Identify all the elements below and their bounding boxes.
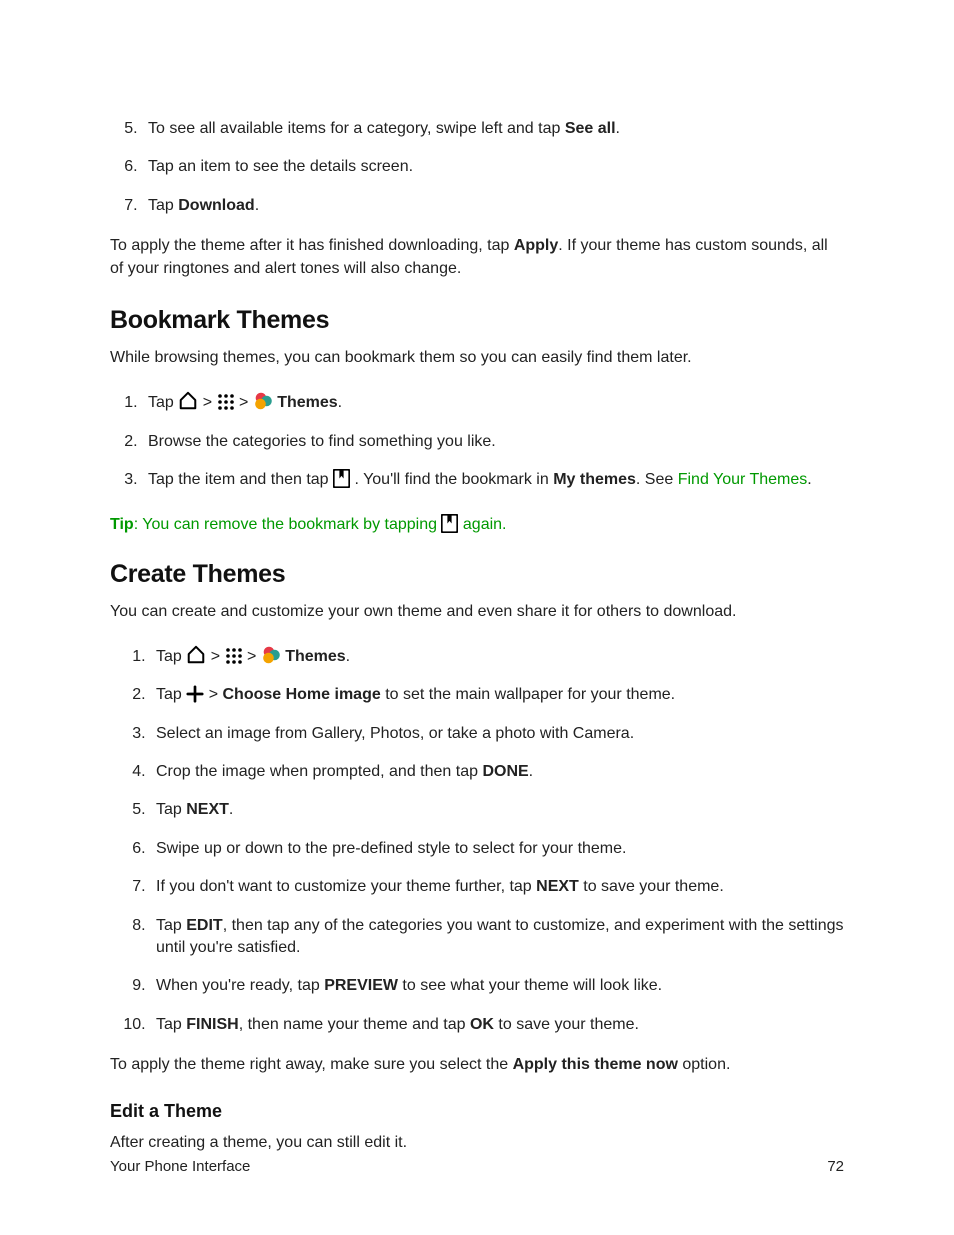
text: To apply the theme after it has finished… [110, 237, 514, 254]
footer-section-title: Your Phone Interface [110, 1158, 250, 1175]
text: to set the main wallpaper for your theme… [381, 686, 675, 703]
text: . [616, 120, 620, 137]
text: Tap [156, 648, 186, 665]
bookmark-steps: Tap > > Themes. Browse the categories to… [110, 383, 844, 499]
text: . [529, 763, 533, 780]
text: . [807, 471, 811, 488]
bold-choose-home-image: Choose Home image [222, 686, 380, 703]
text: Tap [156, 917, 186, 934]
themes-icon [253, 391, 273, 411]
plus-icon [186, 685, 204, 703]
ct-step-6: Swipe up or down to the pre-defined styl… [150, 830, 844, 868]
step-7: Tap Download. [142, 187, 844, 225]
bm-step-1: Tap > > Themes. [142, 383, 844, 422]
bold-apply: Apply [514, 237, 558, 254]
bold-apply-this-theme-now: Apply this theme now [513, 1056, 678, 1073]
sep: > [239, 394, 248, 411]
ct-step-5: Tap NEXT. [150, 791, 844, 829]
text: . [255, 197, 259, 214]
text: To apply the theme right away, make sure… [110, 1056, 513, 1073]
tip-remove-bookmark: Tip: You can remove the bookmark by tapp… [110, 514, 844, 534]
step-5: To see all available items for a categor… [142, 110, 844, 148]
bookmark-intro: While browsing themes, you can bookmark … [110, 347, 844, 369]
home-icon [186, 645, 206, 665]
themes-icon [261, 645, 281, 665]
bm-step-2: Browse the categories to find something … [142, 423, 844, 461]
page-number: 72 [827, 1158, 844, 1175]
text: Tap [156, 686, 186, 703]
text: Tap [148, 197, 178, 214]
bold-next: NEXT [536, 878, 579, 895]
text: Tap the item and then tap [148, 471, 333, 488]
heading-create-themes: Create Themes [110, 560, 844, 589]
text: to save your theme. [494, 1016, 639, 1033]
bm-step-3: Tap the item and then tap . You'll find … [142, 461, 844, 499]
text: , then tap any of the categories you wan… [156, 917, 844, 956]
bold-download: Download [178, 197, 254, 214]
edit-intro: After creating a theme, you can still ed… [110, 1132, 844, 1154]
text: : You can remove the bookmark by tapping [134, 516, 442, 533]
ct-step-4: Crop the image when prompted, and then t… [150, 753, 844, 791]
sep: > [211, 648, 220, 665]
bold-edit: EDIT [186, 917, 222, 934]
text: Tap [148, 394, 178, 411]
apps-icon [225, 647, 243, 665]
text: When you're ready, tap [156, 977, 324, 994]
text: . [229, 801, 233, 818]
text: again. [458, 516, 506, 533]
page-content: To see all available items for a categor… [0, 0, 954, 1154]
text: . You'll find the bookmark in [354, 471, 553, 488]
home-icon [178, 391, 198, 411]
tip-label: Tip [110, 516, 134, 533]
create-intro: You can create and customize your own th… [110, 601, 844, 623]
ct-step-8: Tap EDIT, then tap any of the categories… [150, 907, 844, 968]
bold-done: DONE [482, 763, 528, 780]
text: . See [636, 471, 678, 488]
text: to see what your theme will look like. [398, 977, 662, 994]
link-find-your-themes[interactable]: Find Your Themes [678, 471, 808, 488]
apps-icon [217, 393, 235, 411]
ct-step-10: Tap FINISH, then name your theme and tap… [150, 1006, 844, 1044]
ct-step-9: When you're ready, tap PREVIEW to see wh… [150, 967, 844, 1005]
text: To see all available items for a categor… [148, 120, 565, 137]
page-footer: Your Phone Interface 72 [110, 1158, 844, 1175]
text: Tap [156, 1016, 186, 1033]
apply-now-paragraph: To apply the theme right away, make sure… [110, 1054, 844, 1076]
ct-step-3: Select an image from Gallery, Photos, or… [150, 715, 844, 753]
bold-finish: FINISH [186, 1016, 238, 1033]
ct-step-2: Tap > Choose Home image to set the main … [150, 676, 844, 714]
text: > [204, 686, 222, 703]
text: . [338, 394, 342, 411]
step-6: Tap an item to see the details screen. [142, 148, 844, 186]
sep: > [247, 648, 256, 665]
bookmark-icon [441, 514, 458, 533]
bold-themes: Themes [285, 648, 345, 665]
sep: > [203, 394, 212, 411]
text: , then name your theme and tap [239, 1016, 470, 1033]
bold-ok: OK [470, 1016, 494, 1033]
bold-see-all: See all [565, 120, 616, 137]
text: option. [678, 1056, 730, 1073]
text: to save your theme. [579, 878, 724, 895]
text: If you don't want to customize your them… [156, 878, 536, 895]
heading-edit-a-theme: Edit a Theme [110, 1101, 844, 1122]
text: Tap [156, 801, 186, 818]
ct-step-1: Tap > > Themes. [150, 637, 844, 676]
bold-preview: PREVIEW [324, 977, 398, 994]
apply-theme-paragraph: To apply the theme after it has finished… [110, 235, 844, 280]
text: Crop the image when prompted, and then t… [156, 763, 482, 780]
ct-step-7: If you don't want to customize your them… [150, 868, 844, 906]
bold-my-themes: My themes [553, 471, 636, 488]
heading-bookmark-themes: Bookmark Themes [110, 306, 844, 335]
bookmark-icon [333, 469, 350, 488]
bold-next: NEXT [186, 801, 229, 818]
steps-continued: To see all available items for a categor… [110, 110, 844, 225]
text: . [346, 648, 350, 665]
create-steps: Tap > > Themes. Tap > Choose Home image … [110, 637, 844, 1044]
bold-themes: Themes [277, 394, 337, 411]
